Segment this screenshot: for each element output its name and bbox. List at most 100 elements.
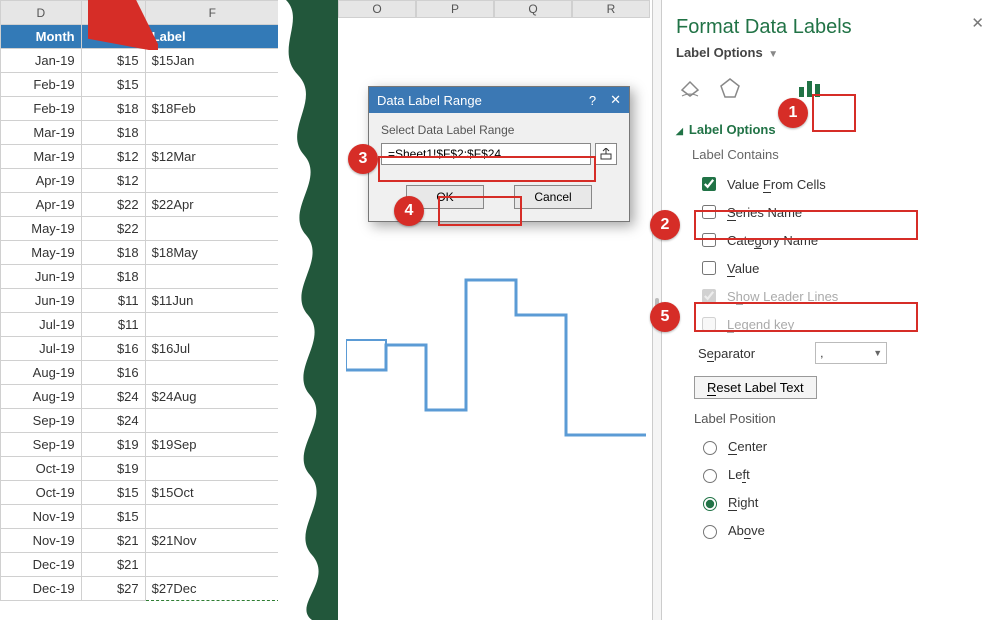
opt-value-from-cells[interactable]: Value From Cells [698,170,984,198]
cell-month[interactable]: Jun-19 [1,289,82,313]
cell-label[interactable] [145,361,279,385]
col-p[interactable]: P [416,0,494,18]
cell-label[interactable]: $19Sep [145,433,279,457]
cell-month[interactable]: Apr-19 [1,169,82,193]
cell-month[interactable]: Jan-19 [1,49,82,73]
cell-label[interactable] [145,457,279,481]
cell-cac[interactable]: $15 [81,505,145,529]
cell-cac[interactable]: $27 [81,577,145,601]
opt-category-name[interactable]: Category Name [698,226,984,254]
section-label-options[interactable]: Label Options [676,122,984,137]
cell-month[interactable]: Dec-19 [1,577,82,601]
checkbox-value[interactable] [702,261,716,275]
pos-left[interactable]: Left [698,460,984,488]
cell-cac[interactable]: $18 [81,265,145,289]
cell-cac[interactable]: $11 [81,289,145,313]
col-o[interactable]: O [338,0,416,18]
panel-subhead[interactable]: Label Options [676,45,763,60]
cell-label[interactable] [145,169,279,193]
label-options-icon[interactable] [796,74,824,102]
cell-label[interactable] [145,409,279,433]
cell-label[interactable]: $15Oct [145,481,279,505]
close-icon[interactable]: ✕ [610,92,621,108]
radio-above[interactable] [703,525,717,539]
cell-label[interactable] [145,217,279,241]
col-f[interactable]: F [145,1,279,25]
cell-month[interactable]: Oct-19 [1,481,82,505]
cell-month[interactable]: May-19 [1,241,82,265]
cell-label[interactable] [145,265,279,289]
chevron-down-icon[interactable]: ▼ [768,49,778,60]
radio-left[interactable] [703,469,717,483]
cell-month[interactable]: Sep-19 [1,433,82,457]
cancel-button[interactable]: Cancel [514,185,592,209]
cell-cac[interactable]: $24 [81,385,145,409]
cell-label[interactable]: $12Mar [145,145,279,169]
cell-cac[interactable]: $22 [81,217,145,241]
cell-month[interactable]: Jun-19 [1,265,82,289]
cell-month[interactable]: Sep-19 [1,409,82,433]
cell-label[interactable]: $27Dec [145,577,279,601]
pos-right[interactable]: Right [698,488,984,516]
fill-line-icon[interactable] [676,74,704,102]
cell-month[interactable]: Feb-19 [1,97,82,121]
range-input[interactable] [381,143,591,165]
checkbox-series-name[interactable] [702,205,716,219]
checkbox-value-from-cells[interactable] [702,177,716,191]
cell-cac[interactable]: $21 [81,529,145,553]
cell-cac[interactable]: $21 [81,553,145,577]
cell-label[interactable]: $11Jun [145,289,279,313]
dialog-titlebar[interactable]: Data Label Range ? ✕ [369,87,629,113]
cell-cac[interactable]: $19 [81,457,145,481]
cell-cac[interactable]: $24 [81,409,145,433]
help-icon[interactable]: ? [589,93,596,108]
cell-month[interactable]: Jul-19 [1,337,82,361]
reset-label-text-button[interactable]: Reset Label Text [694,376,817,399]
cell-cac[interactable]: $19 [81,433,145,457]
radio-right[interactable] [703,497,717,511]
effects-icon[interactable] [716,74,744,102]
cell-month[interactable]: Aug-19 [1,361,82,385]
cell-cac[interactable]: $12 [81,145,145,169]
cell-cac[interactable]: $18 [81,241,145,265]
chart-fragment[interactable] [346,250,646,470]
cell-label[interactable] [145,553,279,577]
panel-close-icon[interactable]: ✕ [971,14,984,32]
col-r[interactable]: R [572,0,650,18]
cell-month[interactable]: Mar-19 [1,145,82,169]
checkbox-category-name[interactable] [702,233,716,247]
radio-center[interactable] [703,441,717,455]
cell-label[interactable]: $16Jul [145,337,279,361]
cell-cac[interactable]: $16 [81,361,145,385]
cell-label[interactable]: $15Jan [145,49,279,73]
col-d[interactable]: D [1,1,82,25]
cell-cac[interactable]: $15 [81,73,145,97]
cell-month[interactable]: Aug-19 [1,385,82,409]
cell-cac[interactable]: $18 [81,121,145,145]
cell-month[interactable]: Feb-19 [1,73,82,97]
cell-cac[interactable]: $16 [81,337,145,361]
cell-label[interactable]: $22Apr [145,193,279,217]
cell-cac[interactable]: $12 [81,169,145,193]
cell-month[interactable]: Nov-19 [1,505,82,529]
cell-label[interactable] [145,505,279,529]
separator-select[interactable]: , ▼ [815,342,887,364]
col-q[interactable]: Q [494,0,572,18]
cell-label[interactable]: $21Nov [145,529,279,553]
cell-month[interactable]: Oct-19 [1,457,82,481]
cell-cac[interactable]: $15 [81,481,145,505]
cell-month[interactable]: Apr-19 [1,193,82,217]
data-table[interactable]: D E F Month CAC Label Jan-19$15$15JanFeb… [0,0,280,601]
cell-cac[interactable]: $11 [81,313,145,337]
cell-cac[interactable]: $15 [81,49,145,73]
cell-cac[interactable]: $22 [81,193,145,217]
cell-label[interactable]: $18May [145,241,279,265]
cell-month[interactable]: Mar-19 [1,121,82,145]
range-picker-icon[interactable] [595,143,617,165]
cell-cac[interactable]: $18 [81,97,145,121]
header-month[interactable]: Month [1,25,82,49]
cell-label[interactable] [145,121,279,145]
cell-month[interactable]: Jul-19 [1,313,82,337]
cell-label[interactable]: $24Aug [145,385,279,409]
pos-center[interactable]: Center [698,432,984,460]
